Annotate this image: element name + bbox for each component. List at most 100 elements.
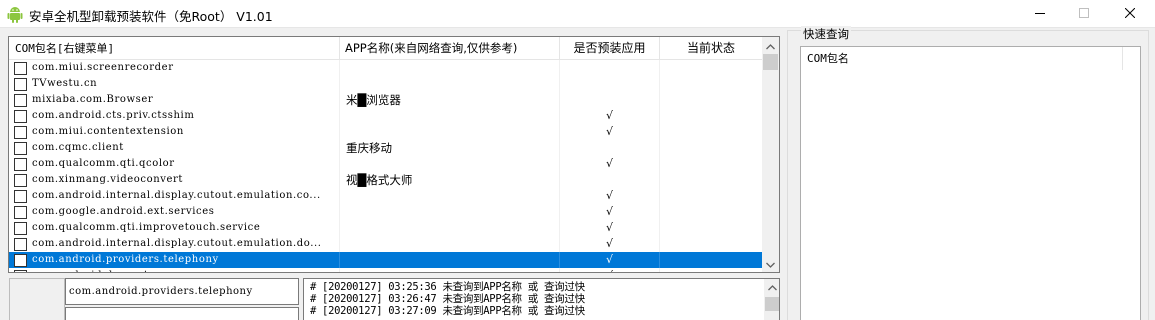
scroll-up-button[interactable] [762,37,779,54]
preinstalled-cell: √ [560,220,660,236]
package-name: com.android.providers.telephony [32,254,219,265]
table-row[interactable]: com.android.cts.priv.ctsshim √ [9,108,762,124]
log-box[interactable]: # [20200127] 03:25:36 未查询到APP名称 或 查询过快 #… [303,278,780,320]
table-row[interactable]: com.qualcomm.qti.improvetouch.service √ [9,220,762,236]
table-row[interactable]: com.google.android.ext.services √ [9,204,762,220]
chevron-up-icon [767,280,777,294]
package-name: com.qualcomm.qti.improvetouch.service [32,222,261,233]
log-scroll-thumb[interactable] [765,297,779,311]
log-line: # [20200127] 03:27:09 未查询到APP名称 或 查询过快 [310,305,585,317]
log-scrollbar[interactable] [764,279,779,320]
row-checkbox[interactable] [14,238,27,251]
row-checkbox[interactable] [14,94,27,107]
preinstalled-cell [560,60,660,76]
row-checkbox[interactable] [14,78,27,91]
app-name-cell [340,268,560,272]
quick-query-legend: 快速查询 [801,26,851,42]
preinstalled-cell: √ [560,268,660,272]
column-header-status[interactable]: 当前状态 [660,37,762,60]
row-checkbox[interactable] [14,62,27,75]
maximize-button[interactable] [1061,0,1107,28]
row-checkbox[interactable] [14,126,27,139]
column-header-package[interactable]: COM包名[右键菜单] [9,37,340,60]
preinstalled-cell: √ [560,252,660,268]
secondary-field[interactable] [65,307,299,320]
package-cell: com.miui.screenrecorder [9,60,340,76]
app-name-cell [340,76,560,92]
status-cell [660,236,762,252]
table-row[interactable]: com.miui.contentextension √ [9,124,762,140]
scroll-down-button[interactable] [762,255,779,272]
quick-query-list[interactable]: COM包名 [800,46,1141,320]
row-checkbox[interactable] [14,254,27,267]
package-name: com.qualcomm.qti.qcolor [32,158,175,169]
package-name: com.android.dynsystem [32,268,165,272]
table-row[interactable]: mixiaba.com.Browser 米█浏览器 [9,92,762,108]
quick-query-column-header[interactable]: COM包名 [801,47,1123,70]
preinstalled-cell: √ [560,236,660,252]
table-row[interactable]: com.android.dynsystem √ [9,268,762,272]
table-row[interactable]: com.android.internal.display.cutout.emul… [9,188,762,204]
app-name-cell: 视█格式大师 [340,172,560,188]
table-row[interactable]: com.android.internal.display.cutout.emul… [9,236,762,252]
package-name: com.cqmc.client [32,142,124,153]
table-row[interactable]: TVwestu.cn [9,76,762,92]
table-row[interactable]: com.android.providers.telephony √ [9,252,762,268]
row-checkbox[interactable] [14,158,27,171]
list-rows: com.miui.screenrecorder TVwestu.cn mixiaba… [9,60,762,272]
row-checkbox[interactable] [14,142,27,155]
maximize-icon [1079,7,1089,21]
preinstalled-cell [560,76,660,92]
status-cell [660,220,762,236]
app-name-cell: 米█浏览器 [340,92,560,108]
status-cell [660,172,762,188]
preinstalled-cell [560,172,660,188]
row-checkbox[interactable] [14,270,27,272]
row-checkbox[interactable] [14,110,27,123]
row-checkbox[interactable] [14,174,27,187]
status-cell [660,60,762,76]
column-header-app-name[interactable]: APP名称(来自网络查询,仅供参考) [340,37,560,60]
status-cell [660,140,762,156]
package-name: com.miui.screenrecorder [32,62,174,73]
package-cell: com.qualcomm.qti.qcolor [9,156,340,172]
table-row[interactable]: com.miui.screenrecorder [9,60,762,76]
table-row[interactable]: com.xinmang.videoconvert 视█格式大师 [9,172,762,188]
app-name-cell [340,188,560,204]
package-cell: com.miui.contentextension [9,124,340,140]
app-name-cell [340,156,560,172]
package-name: mixiaba.com.Browser [32,94,154,105]
package-cell: com.google.android.ext.services [9,204,340,220]
table-row[interactable]: com.cqmc.client 重庆移动 [9,140,762,156]
row-checkbox[interactable] [14,206,27,219]
app-name-cell [340,252,560,268]
column-header-preinstalled[interactable]: 是否预装应用 [560,37,660,60]
scroll-thumb[interactable] [763,54,778,70]
app-name-cell [340,204,560,220]
bottom-left-panel [9,278,65,320]
preinstalled-cell [560,140,660,156]
package-name: com.android.internal.display.cutout.emul… [32,238,322,249]
minimize-button[interactable] [1017,0,1063,28]
package-name: com.google.android.ext.services [32,206,215,217]
package-name: com.android.internal.display.cutout.emul… [32,190,321,201]
list-scrollbar[interactable] [762,37,779,272]
selected-package-field[interactable]: com.android.providers.telephony [65,278,299,305]
package-cell: com.android.cts.priv.ctsshim [9,108,340,124]
window-title: 安卓全机型卸载预装软件（免Root） V1.01 [29,9,273,24]
preinstalled-cell [560,92,660,108]
status-cell [660,76,762,92]
close-button[interactable] [1107,0,1153,28]
package-name: TVwestu.cn [32,78,98,89]
table-row[interactable]: com.qualcomm.qti.qcolor √ [9,156,762,172]
log-scroll-up-button[interactable] [764,279,779,295]
row-checkbox[interactable] [14,190,27,203]
log-line: # [20200127] 03:26:47 未查询到APP名称 或 查询过快 [310,293,585,305]
preinstalled-cell: √ [560,204,660,220]
package-list[interactable]: COM包名[右键菜单] APP名称(来自网络查询,仅供参考) 是否预装应用 当前… [8,36,780,273]
row-checkbox[interactable] [14,222,27,235]
package-cell: com.android.providers.telephony [9,252,340,268]
status-cell [660,268,762,272]
status-cell [660,92,762,108]
package-name: com.miui.contentextension [32,126,184,137]
